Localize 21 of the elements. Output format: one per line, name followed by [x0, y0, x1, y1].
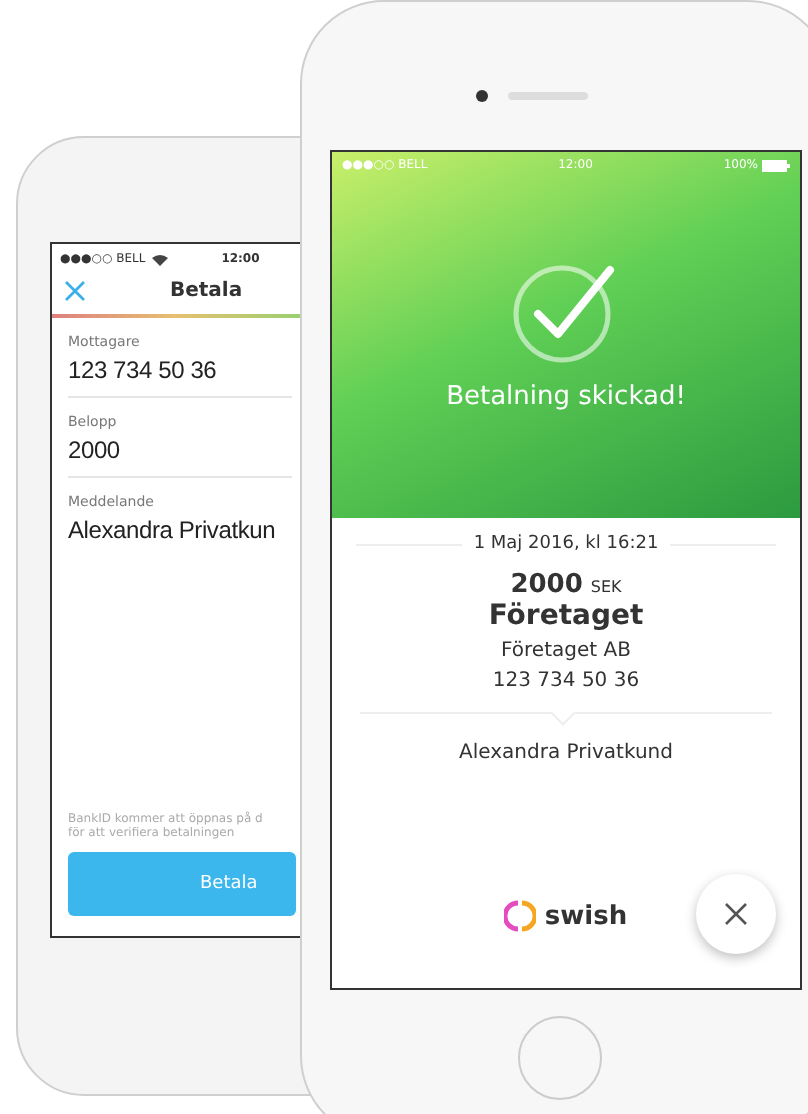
home-button[interactable]: [518, 1016, 602, 1100]
input-field[interactable]: 123 734 50 36: [68, 356, 217, 384]
brand-name: swish: [544, 901, 628, 931]
screen-title: Betala: [170, 279, 243, 301]
ring-logo-icon: [504, 900, 537, 932]
recipient-name: Företaget: [488, 600, 644, 632]
message-text: Alexandra Privatkund: [459, 742, 673, 764]
amount-text: 2000: [510, 570, 583, 600]
date-text: 1 Maj 2016, kl 16:21: [473, 534, 659, 554]
company-text: Företaget AB: [501, 640, 631, 662]
battery-icon: [761, 159, 790, 171]
input-field[interactable]: 2000: [68, 436, 120, 464]
success-title: Betalning skickad!: [446, 382, 686, 412]
close-button[interactable]: [696, 874, 776, 954]
wifi-icon: [151, 253, 168, 265]
camera-icon: [476, 90, 488, 102]
input-field[interactable]: Alexandra Privatkun: [68, 516, 276, 544]
currency-text: SEK: [590, 578, 622, 596]
close-icon[interactable]: [64, 279, 86, 301]
close-icon: [724, 902, 748, 926]
phone-number: 123 734 50 36: [492, 670, 640, 692]
